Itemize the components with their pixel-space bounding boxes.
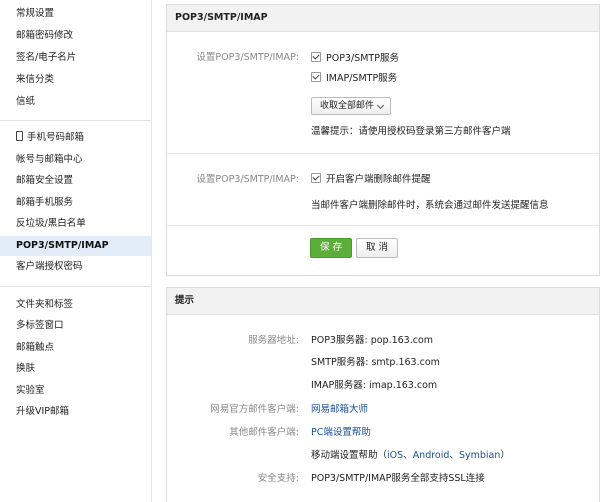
cancel-button[interactable]: 取 消	[356, 238, 398, 258]
official-client-label: 网易官方邮件客户端:	[210, 404, 299, 415]
symbian-help-link[interactable]: Symbian	[459, 450, 500, 461]
sidebar-divider	[0, 286, 151, 287]
delete-notify-note: 当邮件客户端删除邮件时，系统会通过邮件发送提醒信息	[311, 200, 549, 211]
delete-notify-label: 设置POP3/SMTP/IMAP:	[196, 174, 299, 185]
ios-help-link[interactable]: iOS	[387, 450, 403, 461]
mobile-help-line: 移动端设置帮助（iOS、Android、Symbian）	[311, 447, 510, 461]
section-divider	[167, 153, 599, 154]
delete-notify-checkbox[interactable]: 开启客户端删除邮件提醒	[311, 171, 431, 185]
sidebar-divider	[0, 120, 151, 121]
checkbox-label: 开启客户端删除邮件提醒	[326, 174, 431, 185]
tips-panel: 提示 服务器地址: POP3服务器: pop.163.com SMTP服务器: …	[166, 287, 600, 502]
android-help-link[interactable]: Android	[413, 450, 450, 461]
section-divider	[167, 225, 599, 226]
pop3-settings-label: 设置POP3/SMTP/IMAP:	[196, 52, 299, 63]
sidebar-item-filters[interactable]: 来信分类	[16, 70, 146, 90]
sidebar-item-label: 手机号码邮箱	[27, 132, 85, 143]
panel-title: POP3/SMTP/IMAP	[167, 5, 599, 32]
checkbox-checked-icon	[311, 173, 321, 183]
sidebar-item-antispam[interactable]: 反垃圾/黑白名单	[16, 214, 146, 234]
sidebar-item-folders-tags[interactable]: 文件夹和标签	[16, 295, 146, 315]
security-text: POP3/SMTP/IMAP服务全部支持SSL连接	[311, 473, 485, 484]
pc-help-link[interactable]: PC端设置帮助	[311, 424, 371, 438]
imap-server: IMAP服务器: imap.163.com	[311, 380, 438, 391]
separator: 、	[403, 450, 413, 461]
smtp-server: SMTP服务器: smtp.163.com	[311, 357, 440, 368]
imap-smtp-checkbox[interactable]: IMAP/SMTP服务	[311, 70, 397, 84]
checkbox-checked-icon	[311, 52, 321, 62]
sidebar-item-stationery[interactable]: 信纸	[16, 92, 146, 112]
sidebar-item-upgrade-vip[interactable]: 升级VIP邮箱	[16, 402, 146, 422]
sidebar-item-client-auth-code[interactable]: 客户端授权密码	[16, 257, 146, 277]
sidebar-item-multi-tab[interactable]: 多标签窗口	[16, 316, 146, 336]
save-button[interactable]: 保 存	[310, 238, 352, 258]
sidebar-item-skin[interactable]: 换肤	[16, 359, 146, 379]
pop3-smtp-checkbox[interactable]: POP3/SMTP服务	[311, 50, 399, 64]
mobile-help-suffix: ）	[500, 450, 510, 461]
sidebar-item-touchpoint[interactable]: 邮箱触点	[16, 338, 146, 358]
other-client-label: 其他邮件客户端:	[229, 427, 299, 438]
sidebar-item-mobile-mailbox[interactable]: 手机号码邮箱	[16, 128, 146, 148]
checkbox-label: POP3/SMTP服务	[326, 53, 399, 64]
receive-scope-dropdown[interactable]: 收取全部邮件	[311, 97, 391, 115]
pop3-settings-panel: POP3/SMTP/IMAP 设置POP3/SMTP/IMAP: POP3/SM…	[166, 4, 600, 276]
checkbox-label: IMAP/SMTP服务	[326, 73, 398, 84]
panel-title: 提示	[167, 288, 599, 315]
pop3-server: POP3服务器: pop.163.com	[311, 335, 434, 346]
sidebar-item-password[interactable]: 邮箱密码修改	[16, 26, 146, 46]
sidebar-item-mobile-service[interactable]: 邮箱手机服务	[16, 193, 146, 213]
server-address-label: 服务器地址:	[248, 335, 299, 346]
auth-code-tip: 温馨提示：请使用授权码登录第三方邮件客户端	[311, 126, 511, 137]
sidebar-item-account-center[interactable]: 帐号与邮箱中心	[16, 150, 146, 170]
dropdown-value: 收取全部邮件	[320, 101, 375, 111]
sidebar-item-signature[interactable]: 签名/电子名片	[16, 48, 146, 68]
chevron-down-icon	[376, 101, 385, 110]
sidebar-item-security[interactable]: 邮箱安全设置	[16, 171, 146, 191]
phone-icon	[16, 131, 23, 141]
sidebar-item-general[interactable]: 常规设置	[16, 4, 146, 24]
settings-sidebar: 常规设置 邮箱密码修改 签名/电子名片 来信分类 信纸 手机号码邮箱 帐号与邮箱…	[0, 0, 152, 502]
separator: 、	[449, 450, 459, 461]
security-label: 安全支持:	[257, 473, 299, 484]
sidebar-item-lab[interactable]: 实验室	[16, 381, 146, 401]
sidebar-item-pop3-smtp-imap[interactable]: POP3/SMTP/IMAP	[0, 236, 151, 256]
official-client-link[interactable]: 网易邮箱大师	[311, 401, 368, 415]
mobile-help-prefix: 移动端设置帮助（	[311, 450, 388, 461]
checkbox-checked-icon	[311, 72, 321, 82]
